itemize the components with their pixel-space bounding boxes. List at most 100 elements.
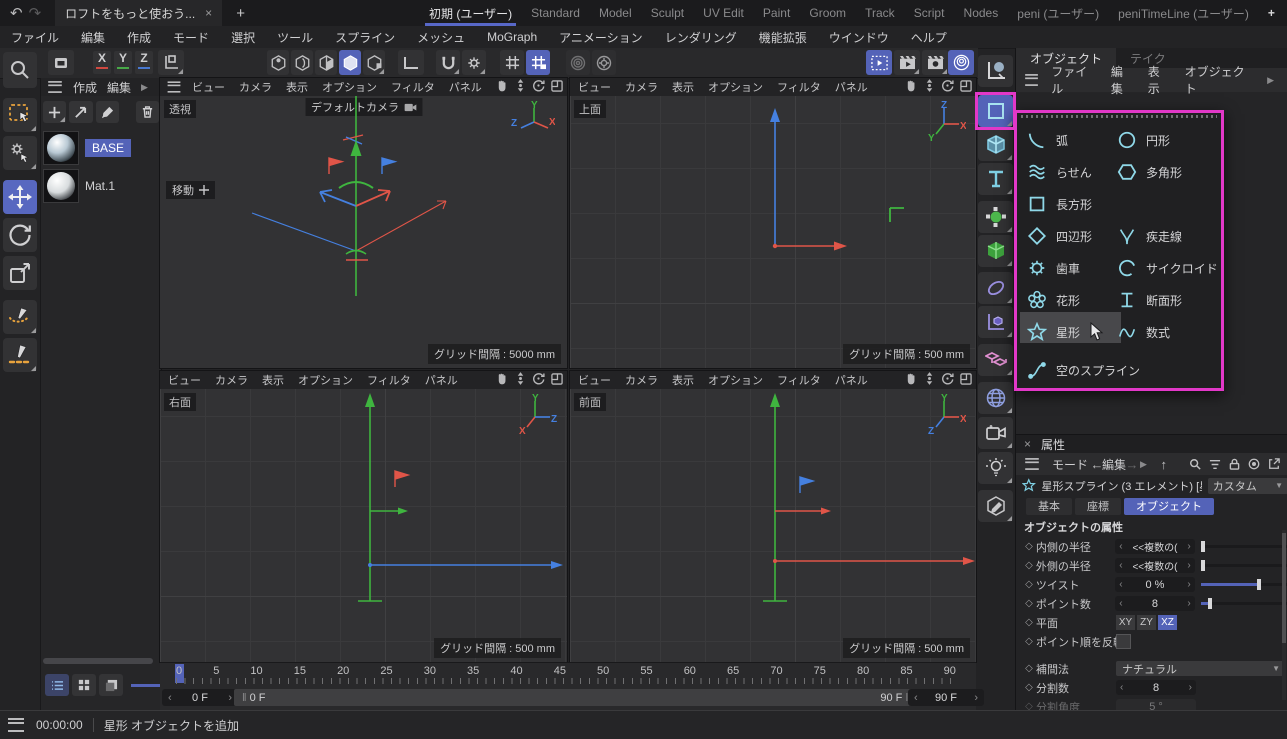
rotate-view-icon[interactable] xyxy=(941,79,954,92)
menu-create[interactable]: 作成 xyxy=(116,29,162,46)
generators-button[interactable] xyxy=(978,235,1013,267)
layout-tab-sculpt[interactable]: Sculpt xyxy=(647,0,688,26)
menu-tools[interactable]: ツール xyxy=(266,29,324,46)
layout-tab-peni[interactable]: peni (ユーザー) xyxy=(1013,0,1103,26)
material-list-view-button[interactable] xyxy=(45,674,69,696)
quantize-lock-button[interactable] xyxy=(526,50,550,75)
vp-menu-view[interactable]: ビュー xyxy=(192,79,225,95)
vp-menu-panel[interactable]: パネル xyxy=(835,79,868,95)
close-icon[interactable]: × xyxy=(205,6,212,20)
points-slider[interactable] xyxy=(1201,596,1287,611)
document-tab[interactable]: ロフトをもっと使おう... × xyxy=(55,0,222,26)
vp-menu-view[interactable]: ビュー xyxy=(578,79,611,95)
layout-tab-script[interactable]: Script xyxy=(910,0,949,26)
material-icon-view-button[interactable] xyxy=(99,674,123,696)
popup-item-profile[interactable]: 断面形 xyxy=(1117,286,1182,314)
grid-toggle-button[interactable] xyxy=(500,50,524,75)
menu-mesh[interactable]: メッシュ xyxy=(406,29,476,46)
snap-magnet-button[interactable] xyxy=(436,50,460,75)
layout-tab-uvedit[interactable]: UV Edit xyxy=(699,0,748,26)
key-diamond-icon[interactable]: ◇ xyxy=(1022,682,1036,693)
instance-clone-button[interactable] xyxy=(978,344,1013,376)
attr-up-icon[interactable]: ↑ xyxy=(1161,457,1168,472)
layout-tab-groom[interactable]: Groom xyxy=(805,0,850,26)
viewport-right[interactable]: ビュー カメラ 表示 オプション フィルタ パネル 右面 Y X Z グリッド間… xyxy=(160,371,567,662)
snap-settings-button[interactable] xyxy=(462,50,486,75)
axis-settings-button[interactable] xyxy=(592,50,616,75)
attr-close-icon[interactable]: × xyxy=(1024,437,1031,451)
volume-pen-button[interactable] xyxy=(978,490,1013,522)
twist-slider[interactable] xyxy=(1201,577,1287,592)
vp-menu-view[interactable]: ビュー xyxy=(168,372,201,388)
menu-edit[interactable]: 編集 xyxy=(70,29,116,46)
attr-export-icon[interactable] xyxy=(1268,458,1280,470)
vp-menu-display[interactable]: 表示 xyxy=(262,372,284,388)
vp-menu-panel[interactable]: パネル xyxy=(835,372,868,388)
viewport-menu-icon[interactable] xyxy=(168,81,181,92)
material-menu-icon[interactable] xyxy=(48,81,62,93)
material-grid-view-button[interactable] xyxy=(72,674,96,696)
layout-tab-track[interactable]: Track xyxy=(861,0,899,26)
maximize-view-icon[interactable] xyxy=(551,80,563,92)
vp-menu-options[interactable]: オプション xyxy=(322,79,377,95)
pan-view-icon[interactable] xyxy=(496,79,509,92)
attr-lock-icon[interactable] xyxy=(1229,458,1240,470)
inner-radius-slider[interactable] xyxy=(1201,539,1287,554)
add-material-button[interactable] xyxy=(43,101,66,123)
coordinate-system-button[interactable] xyxy=(158,50,184,75)
menu-window[interactable]: ウインドウ xyxy=(818,29,900,46)
popup-tearoff-strip[interactable] xyxy=(1021,115,1217,118)
move-tool[interactable] xyxy=(3,180,37,214)
workplane-button[interactable] xyxy=(398,50,424,75)
vp-menu-panel[interactable]: パネル xyxy=(425,372,458,388)
points-field[interactable]: ‹8› xyxy=(1115,596,1194,611)
popup-item-empty-spline[interactable]: 空のスプライン xyxy=(1027,356,1140,384)
modeling-objects-button[interactable] xyxy=(978,201,1013,233)
attr-search-icon[interactable] xyxy=(1189,458,1201,470)
attr-back-icon[interactable]: ← xyxy=(1091,457,1104,472)
menu-mode[interactable]: モード xyxy=(162,29,220,46)
om-menu-edit[interactable]: 編集 xyxy=(1111,63,1134,97)
pan-view-icon[interactable] xyxy=(905,372,918,385)
interactive-render-button[interactable] xyxy=(948,50,974,75)
vp-menu-camera[interactable]: カメラ xyxy=(239,79,272,95)
plane-xz-button[interactable]: XZ xyxy=(1158,615,1177,630)
key-diamond-icon[interactable]: ◇ xyxy=(1022,636,1036,647)
attr-tab-basic[interactable]: 基本 xyxy=(1026,498,1072,515)
timeline-range-scrollbar[interactable]: ‖ 0 F 90 F ‖ xyxy=(234,689,918,706)
scale-tool[interactable] xyxy=(3,256,37,290)
rotate-view-icon[interactable] xyxy=(941,372,954,385)
attr-filter-icon[interactable] xyxy=(1209,459,1221,470)
interpolation-dropdown[interactable]: ナチュラル▼ xyxy=(1116,661,1286,676)
live-selection-tool[interactable] xyxy=(3,98,37,132)
spline-arc-tool[interactable] xyxy=(3,300,37,334)
vp-menu-filter[interactable]: フィルタ xyxy=(391,79,435,95)
attr-target-icon[interactable] xyxy=(1248,458,1260,470)
pen-tool-button[interactable] xyxy=(978,55,1013,87)
popup-item-nside[interactable]: 多角形 xyxy=(1117,158,1182,186)
popup-item-cycloid[interactable]: サイクロイド xyxy=(1117,254,1218,282)
attr-tab-coords[interactable]: 座標 xyxy=(1075,498,1121,515)
key-diamond-icon[interactable]: ◇ xyxy=(1022,579,1036,590)
rotate-view-icon[interactable] xyxy=(532,79,545,92)
dolly-view-icon[interactable] xyxy=(515,372,526,385)
pan-view-icon[interactable] xyxy=(905,79,918,92)
om-menu-icon[interactable] xyxy=(1025,74,1038,86)
status-menu-icon[interactable] xyxy=(8,718,24,732)
vp-menu-camera[interactable]: カメラ xyxy=(215,372,248,388)
shading-lines-button[interactable] xyxy=(339,50,361,75)
vp-menu-display[interactable]: 表示 xyxy=(672,79,694,95)
vp-menu-filter[interactable]: フィルタ xyxy=(777,372,821,388)
rotate-view-icon[interactable] xyxy=(532,372,545,385)
spline-primitives-button[interactable] xyxy=(978,95,1013,127)
axis-x-toggle[interactable]: X xyxy=(93,51,111,74)
vp-menu-camera[interactable]: カメラ xyxy=(625,372,658,388)
menu-extensions[interactable]: 機能拡張 xyxy=(748,29,818,46)
shading-wire-button[interactable] xyxy=(363,50,385,75)
vp-menu-camera[interactable]: カメラ xyxy=(625,79,658,95)
outer-radius-field[interactable]: ‹<<複数の(› xyxy=(1115,558,1194,573)
menu-file[interactable]: ファイル xyxy=(0,29,70,46)
om-menu-more-icon[interactable]: ▶ xyxy=(1267,75,1274,86)
material-menu-more-icon[interactable]: ▶ xyxy=(141,82,148,93)
viewport-perspective[interactable]: ビュー カメラ 表示 オプション フィルタ パネル 透視 デフォルトカメラ 移動 xyxy=(160,78,567,368)
